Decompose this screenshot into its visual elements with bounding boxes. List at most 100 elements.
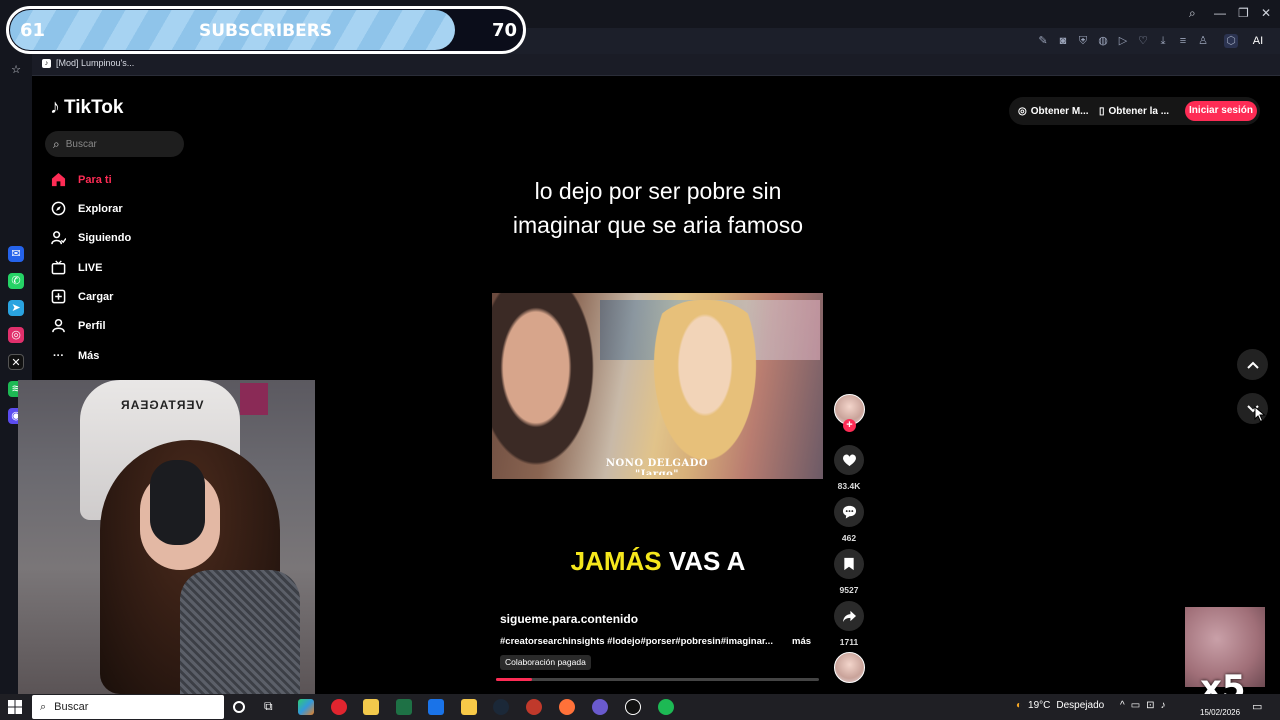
search-icon[interactable]: ⌕	[1189, 6, 1196, 21]
cortana-icon[interactable]	[233, 701, 245, 713]
comment-count: 462	[841, 533, 857, 543]
search-icon: ⌕	[40, 700, 47, 713]
play-icon[interactable]: ▷	[1116, 34, 1130, 48]
windows-start-icon[interactable]	[8, 700, 22, 714]
close-icon[interactable]: ✕	[1261, 6, 1271, 20]
like-button[interactable]	[834, 445, 864, 475]
app-icon[interactable]	[526, 699, 542, 715]
sound-avatar[interactable]	[834, 652, 865, 683]
get-coins-label: Obtener M...	[1030, 105, 1089, 117]
wall-poster	[240, 383, 268, 415]
weather-widget[interactable]: ◐ 19°C Despejado	[1016, 700, 1104, 711]
firefox-icon[interactable]	[559, 699, 575, 715]
video-progress-track[interactable]	[496, 678, 819, 681]
bookmark-tab-label: [Mod] Lumpinou's...	[56, 58, 135, 68]
headset-icon	[150, 460, 205, 545]
spotify-taskbar-icon[interactable]	[658, 699, 674, 715]
system-tray-icons[interactable]: ^▭⊡♪	[1120, 700, 1172, 711]
heart-icon[interactable]: ♡	[1136, 34, 1150, 48]
watermark-line-2: "Iargo"	[634, 469, 679, 475]
video-username[interactable]: sigueme.para.contenido	[500, 612, 638, 626]
task-view-icon[interactable]: ⧉	[264, 699, 280, 715]
save-button[interactable]	[834, 549, 864, 579]
login-button[interactable]: Iniciar sesión	[1185, 101, 1257, 121]
comment-button[interactable]	[834, 497, 864, 527]
nav-profile[interactable]: Perfil	[51, 318, 106, 333]
profile-icon[interactable]: ♙	[1196, 34, 1210, 48]
video-caption: lo dejo por ser pobre sin imaginar que s…	[512, 178, 804, 238]
chevron-up-icon	[1246, 361, 1259, 369]
taskbar-search-input[interactable]: ⌕ Buscar	[32, 695, 224, 719]
chair-logo-text: VERTAGEAR	[120, 398, 204, 412]
obs-icon[interactable]	[625, 699, 641, 715]
subtitle-highlight: JAMÁS	[570, 546, 662, 576]
share-count: 1711	[839, 637, 859, 647]
excel-icon[interactable]	[396, 699, 412, 715]
messenger-icon[interactable]: ✉	[8, 246, 24, 262]
nav-for-you[interactable]: Para ti	[51, 172, 112, 187]
nav-upload[interactable]: Cargar	[51, 289, 113, 304]
mouse-cursor-icon	[1254, 406, 1266, 423]
discord-taskbar-icon[interactable]	[592, 699, 608, 715]
opera-icon[interactable]	[331, 699, 347, 715]
compass-icon	[51, 201, 66, 216]
logo-text: TikTok	[64, 96, 124, 118]
x-icon[interactable]: ✕	[8, 354, 24, 370]
sub-label: SUBSCRIBERS	[199, 21, 333, 41]
nav-following[interactable]: Siguiendo	[51, 230, 131, 245]
instagram-icon[interactable]: ◎	[8, 327, 24, 343]
share-arrow-icon	[842, 610, 856, 622]
tiktok-logo[interactable]: ♪ TikTok	[50, 96, 123, 119]
share-button[interactable]	[834, 601, 864, 631]
search-input[interactable]: ⌕ Buscar	[45, 131, 184, 157]
shield-icon[interactable]: ⛨	[1076, 34, 1090, 48]
get-app-button[interactable]: ▯ Obtener la ...	[1099, 101, 1169, 121]
minimize-icon[interactable]: —	[1214, 6, 1226, 20]
nav-label: LIVE	[78, 261, 103, 274]
extension-icon[interactable]: ⬡	[1224, 34, 1238, 48]
tiktok-note-icon: ♪	[50, 96, 60, 118]
previous-video-button[interactable]	[1237, 349, 1268, 380]
nav-live[interactable]: LIVE	[51, 260, 102, 275]
live-icon	[51, 260, 66, 275]
store-icon[interactable]	[363, 699, 379, 715]
menu-icon[interactable]: ≡	[1176, 34, 1190, 48]
nav-more[interactable]: ··· Más	[51, 348, 99, 363]
edit-icon[interactable]: ✎	[1036, 34, 1050, 48]
taskbar-search-label: Buscar	[54, 701, 89, 713]
get-app-label: Obtener la ...	[1108, 105, 1170, 117]
comment-icon	[842, 505, 856, 519]
whatsapp-icon[interactable]: ✆	[8, 273, 24, 289]
nav-label: Siguiendo	[78, 231, 132, 244]
star-icon[interactable]: ☆	[8, 62, 24, 78]
video-subtitle: JAMÁS VAS A	[493, 546, 823, 577]
video-person-left	[492, 293, 602, 479]
telegram-icon[interactable]: ➤	[8, 300, 24, 316]
nav-explore[interactable]: Explorar	[51, 201, 123, 216]
notification-icon[interactable]: ▭	[1252, 700, 1262, 713]
camera-icon[interactable]: ◙	[1056, 34, 1070, 48]
download-icon[interactable]: ⤓	[1156, 34, 1170, 48]
folder-icon[interactable]	[461, 699, 477, 715]
vpn-icon[interactable]: ◍	[1096, 34, 1110, 48]
upload-plus-icon	[51, 289, 66, 304]
temperature: 19°C	[1028, 700, 1051, 711]
copilot-icon[interactable]	[298, 699, 314, 715]
ai-label: AI	[1252, 35, 1264, 47]
bookmark-tab[interactable]: ♪ [Mod] Lumpinou's...	[42, 58, 134, 68]
like-count: 83.4K	[837, 481, 861, 491]
video-watermark: NONO DELGADO "Iargo"	[592, 458, 722, 475]
restore-icon[interactable]: ❐	[1238, 6, 1249, 20]
steam-icon[interactable]	[493, 699, 509, 715]
nav-label: Para ti	[78, 173, 112, 186]
video-hashtags[interactable]: #creatorsearchinsights #lodejo#porser#po…	[500, 636, 780, 647]
weather-sun-icon: ◐	[1016, 700, 1023, 711]
subtitle-rest: VAS A	[668, 546, 746, 576]
ai-button[interactable]: AI	[1244, 34, 1272, 48]
mail-icon[interactable]	[428, 699, 444, 715]
get-coins-button[interactable]: ◎ Obtener M...	[1018, 101, 1089, 121]
save-count: 9527	[839, 585, 859, 595]
more-link[interactable]: más	[792, 636, 811, 647]
follow-plus-icon[interactable]: +	[843, 419, 856, 432]
person-icon	[51, 318, 66, 333]
